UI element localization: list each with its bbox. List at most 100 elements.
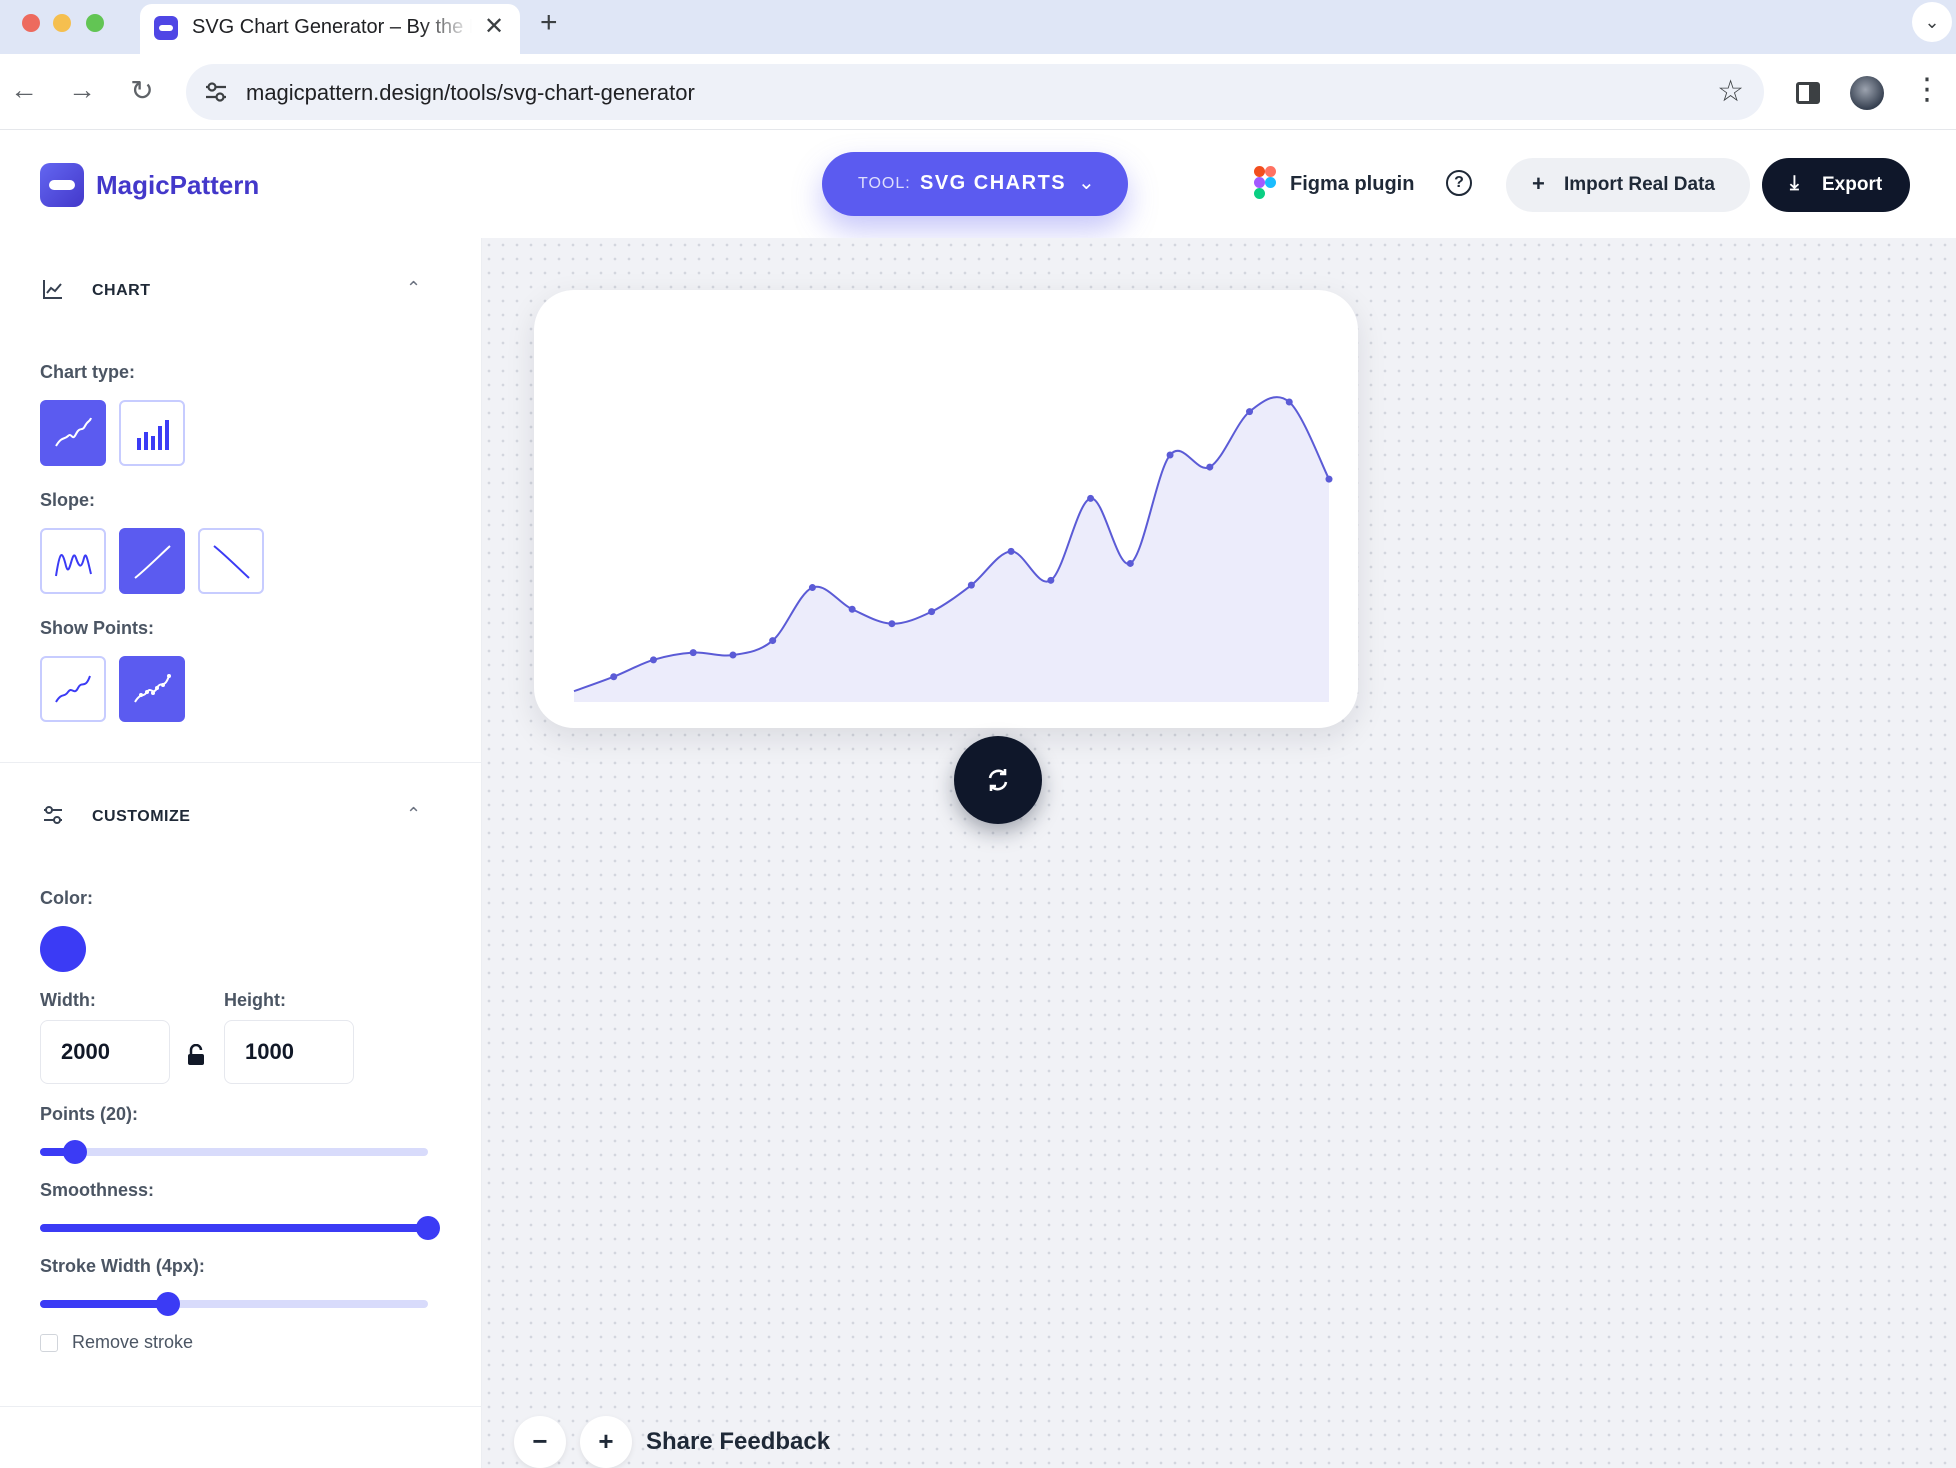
section-divider (0, 1406, 482, 1407)
chart-point (1285, 398, 1293, 406)
color-swatch[interactable] (40, 926, 86, 972)
width-input[interactable] (40, 1020, 170, 1084)
chart-section-header[interactable]: CHART ⌃ (0, 260, 482, 320)
chart-point (689, 649, 697, 657)
slope-random-button[interactable] (40, 528, 106, 594)
tab-search-button[interactable]: ⌄ (1912, 2, 1952, 42)
chart-point (610, 673, 618, 681)
chart-section-title: CHART (92, 282, 151, 299)
browser-tab-bar: SVG Chart Generator – By the MagicPatter… (0, 0, 1956, 54)
height-input[interactable] (224, 1020, 354, 1084)
customize-section-title: CUSTOMIZE (92, 808, 191, 825)
zoom-in-button[interactable]: + (580, 1416, 632, 1468)
import-real-data-button[interactable]: + Import Real Data (1506, 158, 1750, 212)
chart-area-fill (574, 397, 1329, 702)
app-header: MagicPattern TOOL: SVG CHARTS ⌄ Figma pl… (0, 130, 1956, 238)
chart-point (848, 605, 856, 613)
tool-prefix-label: TOOL: (858, 175, 911, 192)
slider-thumb[interactable] (416, 1216, 440, 1240)
chart-point (928, 608, 936, 616)
chevron-up-icon[interactable]: ⌃ (406, 804, 421, 825)
chart-point (888, 620, 896, 628)
slider-thumb[interactable] (62, 1140, 87, 1164)
preview-canvas: − + Share Feedback (482, 238, 1956, 1468)
chart-preview-card (534, 290, 1358, 824)
color-label: Color: (40, 888, 93, 908)
chart-type-line-button[interactable] (40, 400, 106, 466)
slider-thumb[interactable] (156, 1292, 181, 1316)
chart-point (808, 584, 816, 592)
customize-section-header[interactable]: CUSTOMIZE ⌃ (0, 786, 482, 846)
bookmark-star-icon[interactable]: ☆ (1717, 74, 1744, 109)
window-maximize-button[interactable] (86, 14, 104, 32)
tool-name-label: SVG CHARTS (920, 172, 1067, 194)
bar-chart-option-icon (137, 420, 169, 450)
unlock-icon[interactable] (186, 1044, 206, 1066)
points-slider[interactable] (40, 1138, 428, 1166)
chevron-up-icon[interactable]: ⌃ (406, 278, 421, 299)
line-chart-option-icon (55, 417, 92, 447)
height-label: Height: (224, 990, 286, 1010)
browser-toolbar: ← → ↻ magicpattern.design/tools/svg-char… (0, 54, 1956, 130)
chart-point (1126, 559, 1134, 567)
area-chart (573, 396, 1333, 702)
chart-type-bar-button[interactable] (119, 400, 185, 466)
regenerate-button[interactable] (954, 736, 1042, 824)
profile-avatar[interactable] (1850, 76, 1884, 110)
slope-label: Slope: (40, 490, 96, 510)
forward-button[interactable]: → (64, 74, 100, 106)
reload-button[interactable]: ↻ (124, 74, 160, 107)
chart-point (1087, 494, 1095, 502)
site-settings-icon[interactable] (202, 78, 230, 106)
new-tab-button[interactable]: + (540, 6, 558, 40)
share-feedback-link[interactable]: Share Feedback (646, 1428, 830, 1456)
chart-point (1246, 408, 1254, 416)
sliders-icon (44, 806, 62, 824)
slider-track (40, 1148, 428, 1156)
slider-fill (40, 1224, 428, 1232)
import-label: Import Real Data (1564, 174, 1715, 195)
side-panel-icon[interactable] (1796, 82, 1820, 104)
line-chart-icon (43, 280, 62, 299)
figma-icon[interactable] (1254, 166, 1276, 200)
export-button[interactable]: ⤓ Export (1762, 158, 1910, 212)
slope-up-icon (134, 545, 171, 579)
browser-menu-icon[interactable]: ⋮ (1912, 72, 1942, 107)
url-text[interactable]: magicpattern.design/tools/svg-chart-gene… (246, 80, 695, 106)
window-close-button[interactable] (22, 14, 40, 32)
remove-stroke-checkbox[interactable] (40, 1334, 58, 1352)
chart-point (1047, 576, 1055, 584)
figma-plugin-link[interactable]: Figma plugin (1290, 173, 1414, 196)
chart-point (769, 637, 777, 645)
help-icon[interactable]: ? (1446, 170, 1472, 196)
zoom-out-button[interactable]: − (514, 1416, 566, 1468)
browser-tab[interactable]: SVG Chart Generator – By the MagicPatter… (140, 4, 520, 54)
points-on-button[interactable] (119, 656, 185, 722)
chart-point (649, 656, 657, 664)
smoothness-label: Smoothness: (40, 1180, 155, 1200)
magicpattern-logo-icon[interactable] (40, 163, 84, 207)
smoothness-slider[interactable] (40, 1214, 440, 1242)
back-button[interactable]: ← (6, 74, 42, 106)
tool-selector-button[interactable]: TOOL: SVG CHARTS ⌄ (822, 152, 1128, 216)
slope-down-icon (213, 545, 250, 579)
chart-type-label: Chart type: (40, 362, 136, 382)
slope-down-button[interactable] (198, 528, 264, 594)
chart-point (967, 581, 975, 589)
chart-point (1206, 463, 1214, 471)
wave-slope-icon (55, 554, 92, 577)
tab-close-icon[interactable]: ✕ (484, 12, 504, 41)
window-minimize-button[interactable] (53, 14, 71, 32)
slope-up-button[interactable] (119, 528, 185, 594)
download-icon: ⤓ (1790, 172, 1799, 194)
line-with-points-icon (134, 674, 171, 703)
chart-point (1325, 475, 1333, 483)
slider-fill (40, 1300, 169, 1308)
remove-stroke-label[interactable]: Remove stroke (72, 1332, 193, 1353)
stroke-width-slider[interactable] (40, 1290, 428, 1318)
export-label: Export (1822, 174, 1883, 195)
chart-point (1007, 547, 1015, 555)
points-off-button[interactable] (40, 656, 106, 722)
logo-text[interactable]: MagicPattern (96, 170, 259, 201)
address-bar[interactable]: magicpattern.design/tools/svg-chart-gene… (186, 64, 1764, 120)
